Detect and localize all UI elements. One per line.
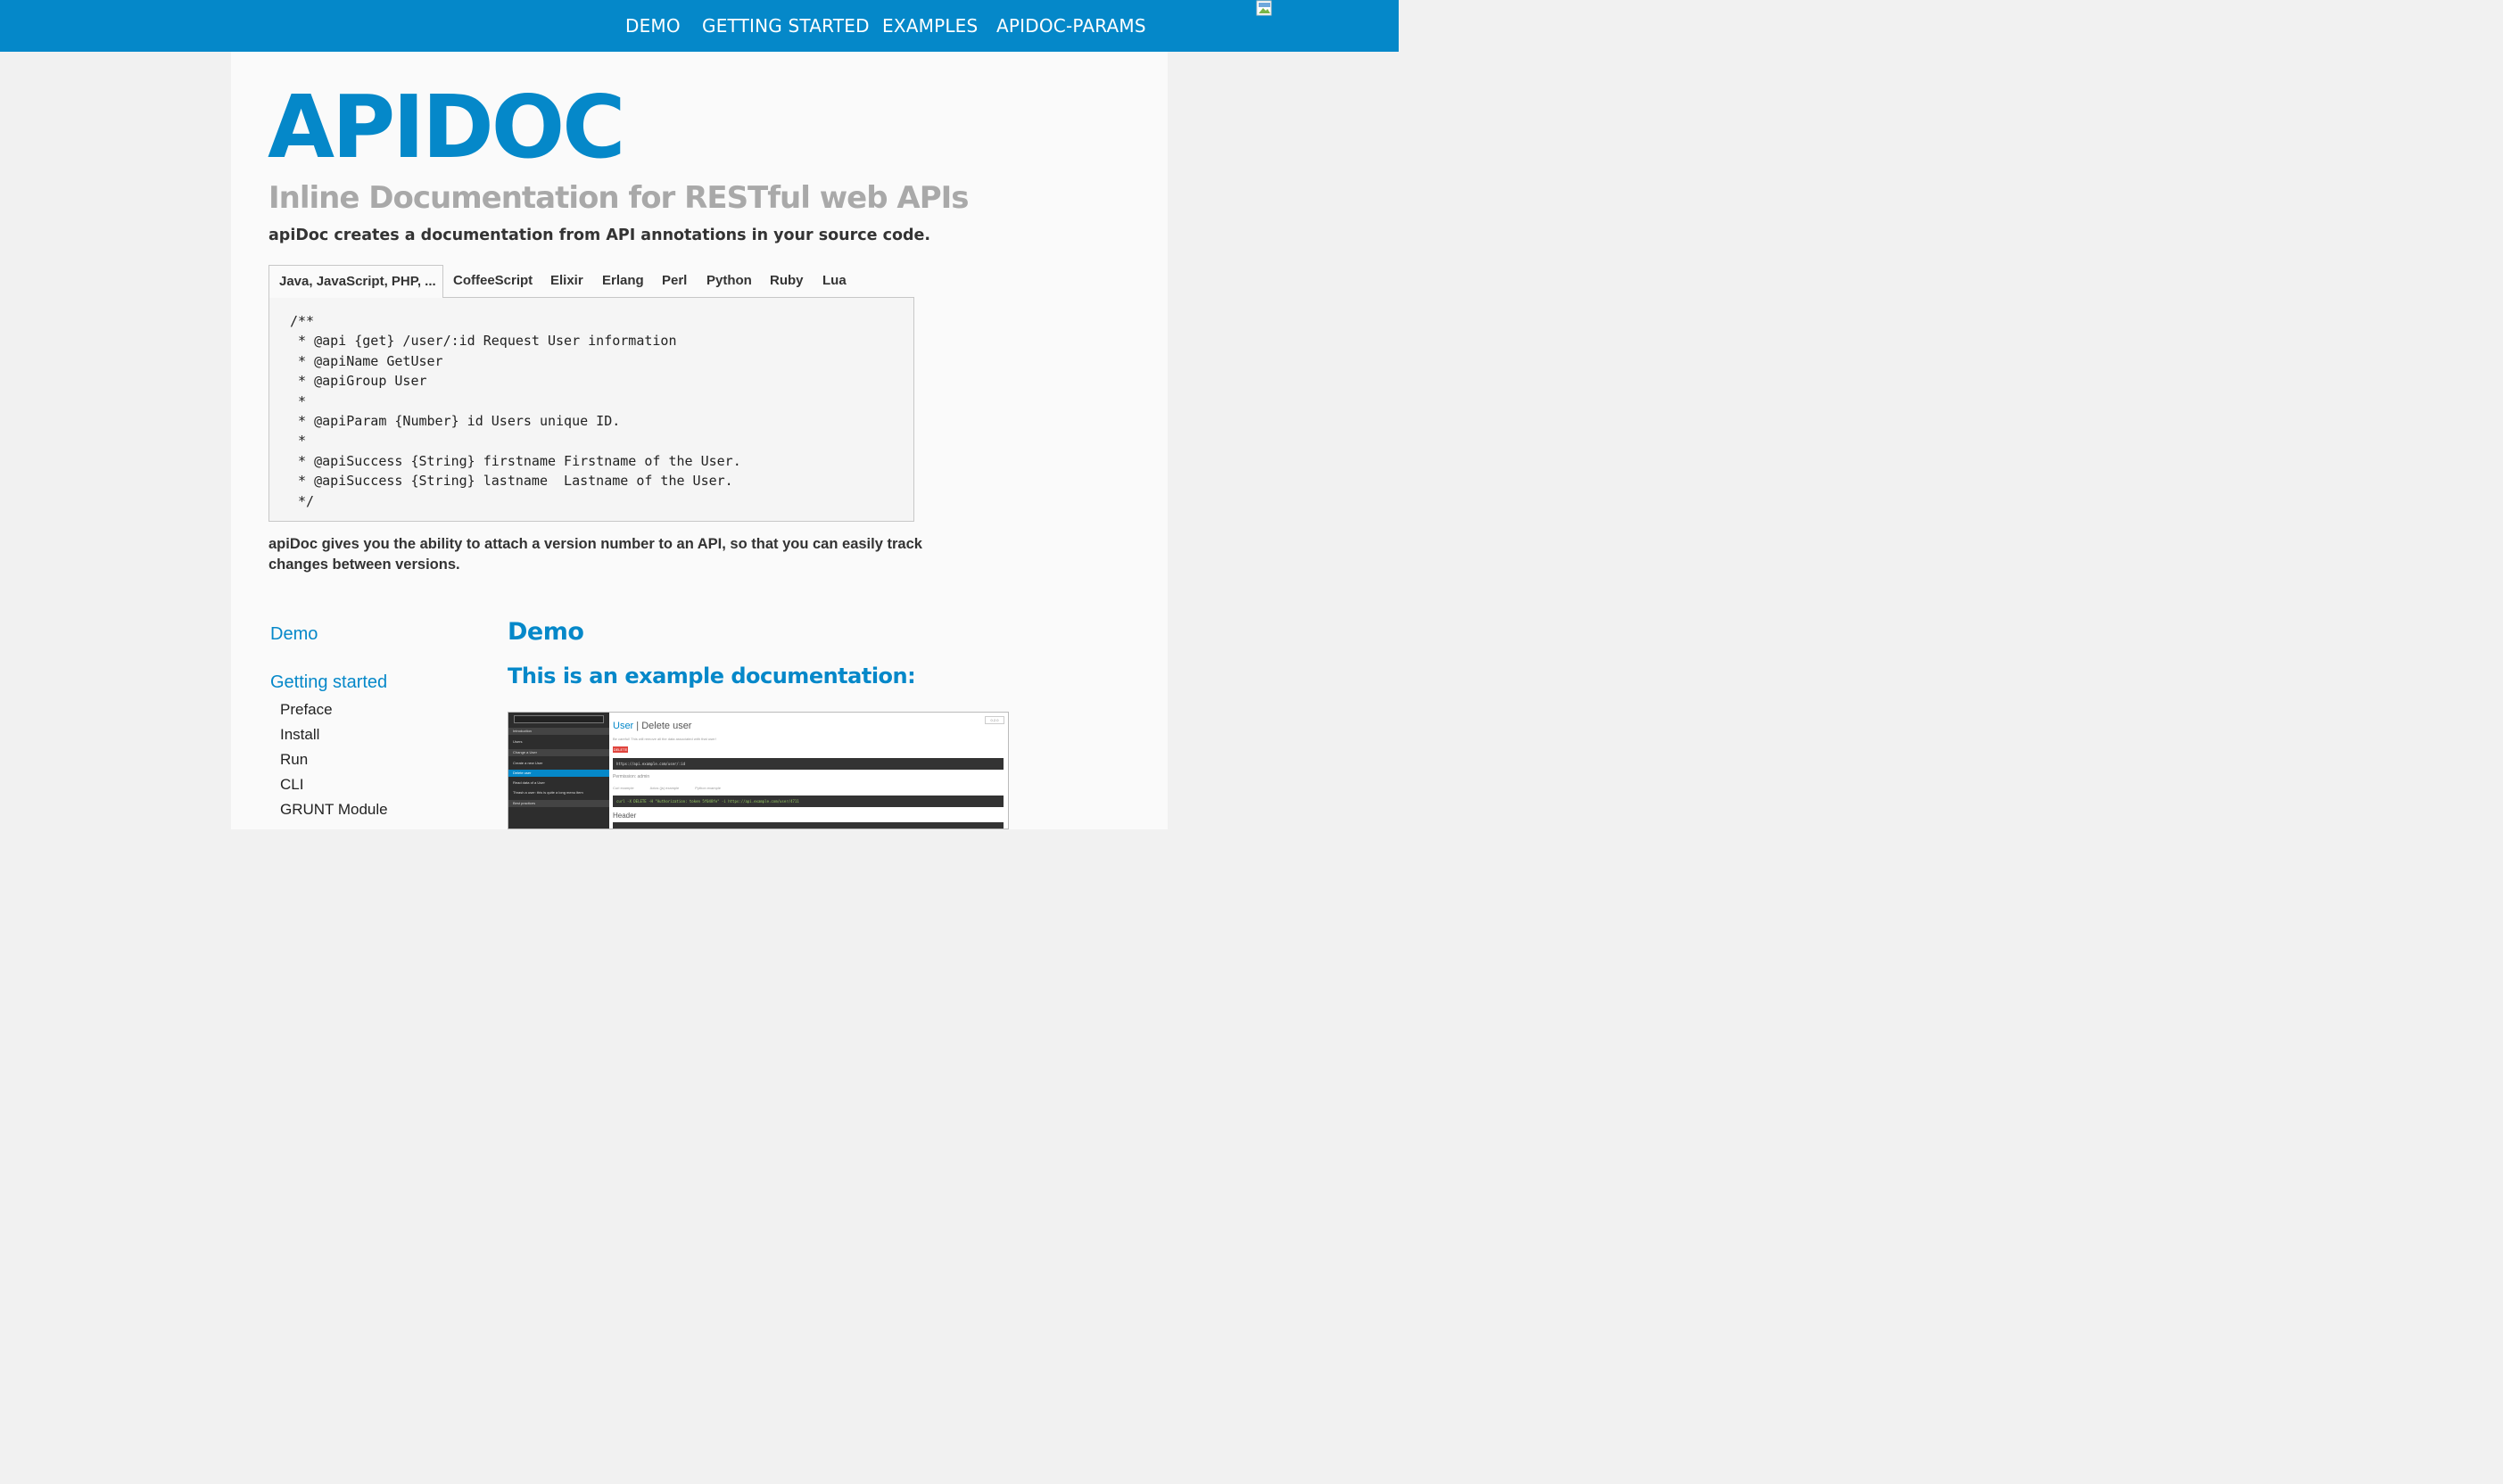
- tab-lua[interactable]: Lua: [822, 265, 847, 298]
- preview-sidebar: Introduction Users Change a User Create …: [508, 713, 609, 829]
- language-tabs: Java, JavaScript, PHP, ... CoffeeScript …: [268, 265, 914, 298]
- preview-note: Be careful! This will remove all the dat…: [613, 737, 716, 741]
- preview-header-label: Header: [613, 812, 637, 820]
- preview-side-item: Introduction: [508, 728, 609, 735]
- code-example: /** * @api {get} /user/:id Request User …: [268, 297, 914, 522]
- tab-java[interactable]: Java, JavaScript, PHP, ...: [268, 265, 443, 298]
- section-heading-demo: Demo: [508, 618, 584, 646]
- tab-ruby[interactable]: Ruby: [770, 265, 804, 298]
- nav-examples[interactable]: EXAMPLES: [882, 0, 978, 52]
- preview-search-input: [514, 715, 604, 723]
- sidenav-item-install[interactable]: Install: [280, 726, 319, 744]
- tab-perl[interactable]: Perl: [662, 265, 687, 298]
- preview-title-name: Delete user: [641, 721, 692, 731]
- sidenav-item-grunt-module[interactable]: GRUNT Module: [280, 801, 388, 819]
- nav-apidoc-params[interactable]: APIDOC-PARAMS: [996, 0, 1146, 52]
- preview-side-item: Best practices: [508, 800, 609, 807]
- sidenav-demo[interactable]: Demo: [270, 624, 318, 645]
- preview-example-tab: Curl example: [613, 786, 634, 790]
- top-nav: DEMO GETTING STARTED EXAMPLES APIDOC-PAR…: [0, 0, 1399, 52]
- sidenav-item-run[interactable]: Run: [280, 751, 308, 769]
- preview-side-item: Users: [513, 739, 523, 744]
- preview-title: User | Delete user: [613, 721, 691, 731]
- tab-python[interactable]: Python: [706, 265, 752, 298]
- nav-demo[interactable]: DEMO: [625, 0, 681, 52]
- preview-header-table: [613, 822, 1004, 829]
- preview-example-tab: Python example: [695, 786, 721, 790]
- preview-example-tabs: Curl example Axios (js) example Python exa…: [613, 786, 737, 790]
- tab-coffeescript[interactable]: CoffeeScript: [453, 265, 533, 298]
- preview-title-group: User: [613, 721, 634, 731]
- broken-image-icon[interactable]: [1256, 0, 1274, 18]
- preview-curl-bar: curl -X DELETE -H "Authorization: token …: [613, 796, 1004, 807]
- sidenav-item-cli[interactable]: CLI: [280, 776, 303, 794]
- preview-side-item: Thrash a user: this is quite a long menu…: [513, 790, 583, 795]
- preview-title-sep: |: [633, 721, 642, 731]
- preview-side-item: Create a new User: [513, 761, 543, 765]
- page-title: APIDOC: [268, 77, 625, 177]
- nav-getting-started[interactable]: GETTING STARTED: [702, 0, 870, 52]
- preview-side-item: Change a User: [508, 749, 609, 756]
- demo-screenshot[interactable]: Introduction Users Change a User Create …: [508, 712, 1009, 829]
- sidenav-getting-started[interactable]: Getting started: [270, 672, 387, 693]
- preview-side-item: Delete user: [508, 770, 609, 777]
- sidenav-item-preface[interactable]: Preface: [280, 701, 333, 719]
- lead-text: apiDoc creates a documentation from API …: [268, 227, 931, 244]
- page-subtitle: Inline Documentation for RESTful web API…: [268, 180, 969, 216]
- preview-url-bar: https://api.example.com/user/:id: [613, 758, 1004, 770]
- code-block: /** * @api {get} /user/:id Request User …: [290, 313, 741, 509]
- section-subheading-example: This is an example documentation:: [508, 664, 916, 688]
- tab-elixir[interactable]: Elixir: [550, 265, 583, 298]
- tab-erlang[interactable]: Erlang: [602, 265, 644, 298]
- preview-side-item: Read data of a User: [513, 780, 545, 785]
- preview-content: 0.2.0 User | Delete user Be careful! Thi…: [609, 713, 1008, 829]
- version-description: apiDoc gives you the ability to attach a…: [268, 536, 922, 573]
- preview-method-badge: DELETE: [613, 746, 628, 753]
- preview-permission: Permission: admin: [613, 774, 650, 779]
- preview-example-tab: Axios (js) example: [649, 786, 680, 790]
- preview-version-select: 0.2.0: [985, 716, 1004, 724]
